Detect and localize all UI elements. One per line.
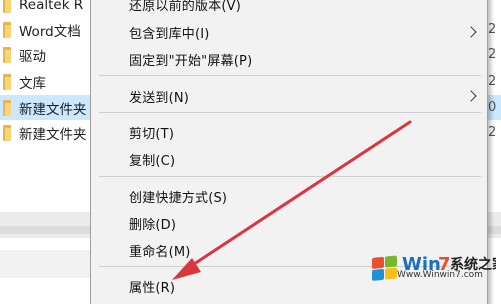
- menu-item-create-shortcut[interactable]: 创建快捷方式(S): [91, 184, 487, 208]
- watermark-url: Www.Winwin7.com: [397, 270, 483, 280]
- file-date: 2: [488, 22, 497, 37]
- menu-item-label: 重命名(M): [129, 244, 191, 260]
- menu-item-cut[interactable]: 剪切(T): [91, 120, 487, 144]
- folder-icon: [3, 21, 11, 38]
- menu-item-label: 创建快捷方式(S): [129, 190, 228, 206]
- file-name: 新建文件夹: [19, 101, 87, 118]
- file-date: 2: [488, 47, 497, 62]
- file-name: 新建文件夹: [19, 126, 87, 143]
- menu-item-label: 固定到"开始"屏幕(P): [129, 53, 253, 69]
- folder-icon: [3, 0, 11, 13]
- menu-item-label: 复制(C): [129, 153, 176, 169]
- file-date: 0: [488, 100, 497, 115]
- file-name: 文库: [19, 75, 46, 92]
- windows-flag-icon: [372, 255, 397, 281]
- status-strip: [0, 250, 90, 278]
- menu-item-label: 删除(D): [129, 217, 177, 233]
- folder-icon: [3, 46, 11, 63]
- menu-item-label: 剪切(T): [129, 126, 175, 142]
- menu-item-send-to[interactable]: 发送到(N): [91, 84, 487, 108]
- menu-item-pin-to-start[interactable]: 固定到"开始"屏幕(P): [91, 47, 487, 71]
- chevron-right-icon: [465, 26, 477, 38]
- menu-item-label: 还原以前的版本(V): [129, 0, 242, 14]
- file-name: Word文档: [19, 23, 81, 40]
- menu-separator: [99, 176, 481, 177]
- folder-icon: [3, 124, 11, 141]
- menu-item-restore-previous-versions[interactable]: 还原以前的版本(V): [91, 0, 487, 16]
- menu-item-delete[interactable]: 删除(D): [91, 211, 487, 235]
- menu-item-label: 包含到库中(I): [129, 26, 210, 42]
- chevron-right-icon: [465, 90, 477, 102]
- menu-separator: [99, 75, 481, 76]
- menu-separator: [99, 112, 481, 113]
- file-date: 2: [488, 125, 497, 140]
- menu-item-copy[interactable]: 复制(C): [91, 147, 487, 171]
- file-date: 2: [488, 74, 497, 89]
- menu-item-include-in-library[interactable]: 包含到库中(I): [91, 20, 487, 44]
- file-name: 驱动: [19, 48, 46, 65]
- file-name: Realtek R: [19, 0, 84, 13]
- folder-icon: [3, 99, 11, 116]
- folder-icon: [3, 73, 11, 90]
- menu-item-label: 属性(R): [129, 280, 176, 296]
- menu-item-label: 发送到(N): [129, 90, 190, 106]
